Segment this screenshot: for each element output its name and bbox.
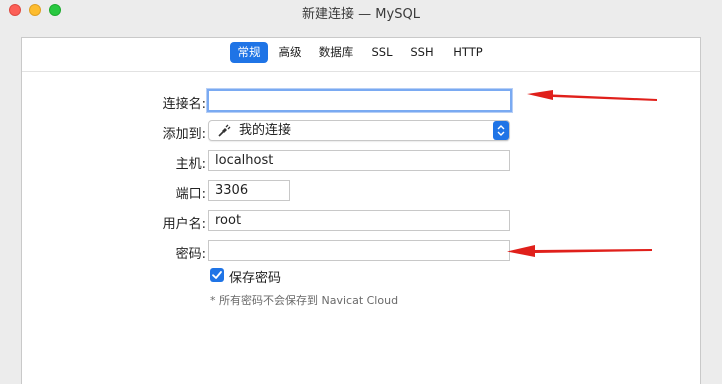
connection-plug-icon: [218, 124, 231, 137]
checkmark-icon: [212, 271, 222, 279]
tab-databases[interactable]: 数据库: [315, 42, 357, 63]
tab-http[interactable]: HTTP: [449, 42, 487, 63]
red-arrow-icon: [527, 90, 657, 101]
window-title: 新建连接 — MySQL: [302, 7, 420, 22]
password-input[interactable]: [208, 240, 510, 261]
title-bar: 新建连接 — MySQL: [0, 0, 722, 22]
red-arrow-icon: [507, 245, 652, 257]
tab-ssl[interactable]: SSL: [369, 42, 395, 63]
port-label: 端口:: [175, 187, 206, 202]
tab-general[interactable]: 常规: [230, 42, 268, 63]
add-to-label: 添加到:: [162, 127, 206, 142]
port-input[interactable]: 3306: [208, 180, 290, 201]
cloud-password-note: * 所有密码不会保存到 Navicat Cloud: [210, 294, 399, 307]
add-to-value: 我的连接: [239, 123, 292, 138]
save-password-label[interactable]: 保存密码: [229, 267, 281, 286]
connection-name-input[interactable]: [207, 89, 512, 112]
form-label-column: 连接名: 添加到: 主机: 端口: 用户名: 密码:: [122, 38, 206, 262]
save-password-checkbox[interactable]: [210, 268, 224, 282]
password-label: 密码:: [175, 247, 206, 262]
connection-name-label: 连接名:: [162, 97, 206, 112]
add-to-select[interactable]: 我的连接: [208, 120, 510, 141]
tab-advanced[interactable]: 高级: [275, 42, 305, 63]
username-label: 用户名:: [162, 217, 206, 232]
host-input[interactable]: localhost: [208, 150, 510, 171]
chevron-up-down-icon: [497, 125, 505, 136]
new-connection-window: 新建连接 — MySQL 常规 高级 数据库 SSL SSH HTTP 连接名:…: [0, 0, 722, 384]
host-label: 主机:: [175, 157, 206, 172]
username-input[interactable]: root: [208, 210, 510, 231]
tab-ssh[interactable]: SSH: [407, 42, 437, 63]
select-stepper[interactable]: [493, 121, 509, 140]
